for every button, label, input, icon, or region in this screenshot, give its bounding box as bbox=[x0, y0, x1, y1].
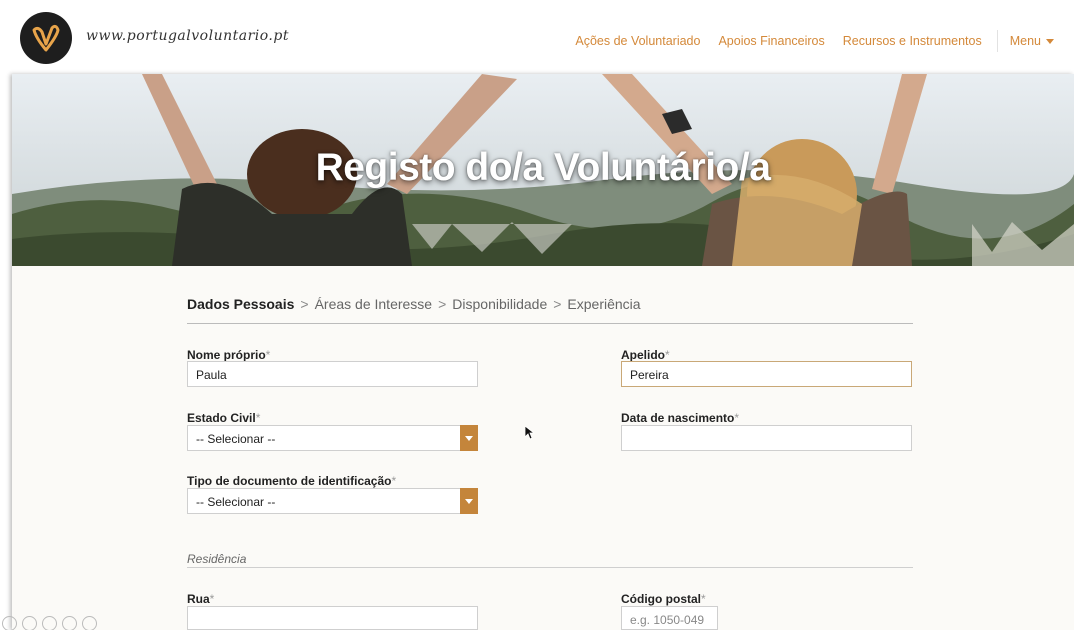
first-name-label-text: Nome próprio bbox=[187, 348, 266, 362]
civil-status-select[interactable]: -- Selecionar -- bbox=[187, 425, 478, 451]
required-mark: * bbox=[734, 411, 740, 425]
postal-code-placeholder: e.g. 1050-049 bbox=[630, 613, 705, 627]
street-label-text: Rua bbox=[187, 592, 210, 606]
street-label: Rua* bbox=[187, 592, 214, 606]
caret-down-icon bbox=[1046, 38, 1054, 44]
nav-acoes-voluntariado[interactable]: Ações de Voluntariado bbox=[566, 34, 709, 48]
step-experiencia[interactable]: Experiência bbox=[567, 296, 640, 323]
postal-code-label-text: Código postal bbox=[621, 592, 701, 606]
dropdown-arrow-icon[interactable] bbox=[460, 488, 478, 514]
page-content: Registo do/a Voluntário/a Dados Pessoais… bbox=[2, 74, 1074, 630]
viewer-toolbar bbox=[2, 616, 97, 630]
last-name-label-text: Apelido bbox=[621, 348, 665, 362]
required-mark: * bbox=[701, 592, 706, 606]
step-separator: > bbox=[300, 296, 309, 312]
birth-date-label-text: Data de nascimento bbox=[621, 411, 735, 425]
birth-date-label: Data de nascimento* bbox=[621, 411, 739, 425]
id-doc-type-value: -- Selecionar -- bbox=[196, 495, 276, 509]
mouse-cursor-icon bbox=[525, 426, 535, 440]
nav-recursos-instrumentos[interactable]: Recursos e Instrumentos bbox=[834, 34, 991, 48]
last-name-label: Apelido* bbox=[621, 348, 670, 362]
more-icon[interactable] bbox=[82, 616, 97, 630]
pencil-icon[interactable] bbox=[22, 616, 37, 630]
nav-divider bbox=[996, 30, 998, 52]
civil-status-label-text: Estado Civil bbox=[187, 411, 256, 425]
site-logo[interactable] bbox=[20, 12, 72, 64]
postal-code-label: Código postal* bbox=[621, 592, 706, 606]
required-mark: * bbox=[391, 474, 397, 488]
hero-banner: Registo do/a Voluntário/a bbox=[12, 74, 1074, 266]
step-separator: > bbox=[553, 296, 562, 312]
main-nav: Ações de Voluntariado Apoios Financeiros… bbox=[566, 30, 1058, 52]
menu-label: Menu bbox=[1009, 34, 1041, 48]
step-areas-interesse[interactable]: Áreas de Interesse bbox=[315, 296, 433, 323]
civil-status-value: -- Selecionar -- bbox=[196, 432, 276, 446]
last-name-input[interactable]: Pereira bbox=[621, 361, 912, 387]
page-title: Registo do/a Voluntário/a bbox=[315, 146, 771, 189]
registration-steps: Dados Pessoais > Áreas de Interesse > Di… bbox=[187, 296, 913, 324]
first-name-value: Paula bbox=[196, 368, 227, 382]
step-dados-pessoais[interactable]: Dados Pessoais bbox=[187, 296, 294, 323]
site-url[interactable]: www.portugalvoluntario.pt bbox=[86, 28, 289, 44]
street-input[interactable] bbox=[187, 606, 478, 630]
zoom-icon[interactable] bbox=[62, 616, 77, 630]
required-mark: * bbox=[209, 592, 215, 606]
step-separator: > bbox=[438, 296, 447, 312]
menu-button[interactable]: Menu bbox=[1004, 34, 1058, 48]
required-mark: * bbox=[265, 348, 271, 362]
civil-status-label: Estado Civil* bbox=[187, 411, 260, 425]
first-name-label: Nome próprio* bbox=[187, 348, 270, 362]
dropdown-arrow-icon[interactable] bbox=[460, 425, 478, 451]
required-mark: * bbox=[255, 411, 261, 425]
nav-apoios-financeiros[interactable]: Apoios Financeiros bbox=[709, 34, 833, 48]
id-doc-type-label-text: Tipo de documento de identificação bbox=[187, 474, 392, 488]
play-icon[interactable] bbox=[2, 616, 17, 630]
residence-section-header: Residência bbox=[187, 552, 913, 568]
copy-icon[interactable] bbox=[42, 616, 57, 630]
postal-code-input[interactable]: e.g. 1050-049 bbox=[621, 606, 718, 630]
step-disponibilidade[interactable]: Disponibilidade bbox=[452, 296, 547, 323]
heart-v-icon bbox=[32, 24, 60, 52]
site-header: www.portugalvoluntario.pt Ações de Volun… bbox=[0, 0, 1074, 76]
id-doc-type-select[interactable]: -- Selecionar -- bbox=[187, 488, 478, 514]
last-name-value: Pereira bbox=[630, 368, 669, 382]
first-name-input[interactable]: Paula bbox=[187, 361, 478, 387]
required-mark: * bbox=[665, 348, 670, 362]
id-doc-type-label: Tipo de documento de identificação* bbox=[187, 474, 396, 488]
birth-date-input[interactable] bbox=[621, 425, 912, 451]
